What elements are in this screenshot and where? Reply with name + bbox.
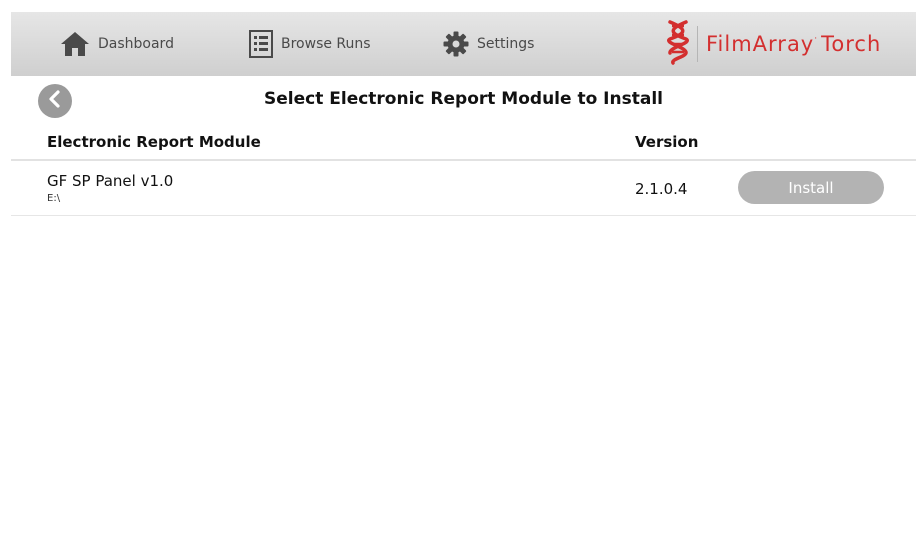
brand-divider (697, 26, 698, 62)
module-path: E:\ (47, 193, 61, 204)
brand-product: Torch (821, 32, 882, 56)
brand-logo: FilmArray· Torch (665, 12, 881, 76)
nav-settings-label: Settings (477, 36, 535, 52)
brand-trademark: · (814, 34, 819, 44)
app-window: Dashboard Browse Runs Settings FilmArray… (11, 12, 916, 548)
module-version: 2.1.0.4 (635, 180, 688, 198)
home-icon (60, 31, 90, 57)
column-header-version: Version (635, 133, 699, 151)
page-title: Select Electronic Report Module to Insta… (264, 89, 663, 109)
top-nav-bar: Dashboard Browse Runs Settings FilmArray… (11, 12, 916, 76)
module-name: GF SP Panel v1.0 (47, 172, 174, 190)
row-divider (11, 215, 916, 216)
dna-helix-logo-icon (665, 19, 691, 69)
column-header-module: Electronic Report Module (47, 133, 261, 151)
list-icon (249, 30, 273, 58)
nav-dashboard[interactable]: Dashboard (60, 12, 174, 76)
brand-name-main: FilmArray (706, 32, 815, 56)
nav-browse-runs[interactable]: Browse Runs (249, 12, 371, 76)
gear-icon (443, 31, 469, 57)
table-row: GF SP Panel v1.0 E:\ 2.1.0.4 Install (11, 161, 916, 215)
install-button[interactable]: Install (738, 171, 884, 204)
brand-name: FilmArray· Torch (706, 32, 881, 56)
nav-settings[interactable]: Settings (443, 12, 534, 76)
nav-browse-runs-label: Browse Runs (281, 36, 371, 52)
nav-dashboard-label: Dashboard (98, 36, 174, 52)
